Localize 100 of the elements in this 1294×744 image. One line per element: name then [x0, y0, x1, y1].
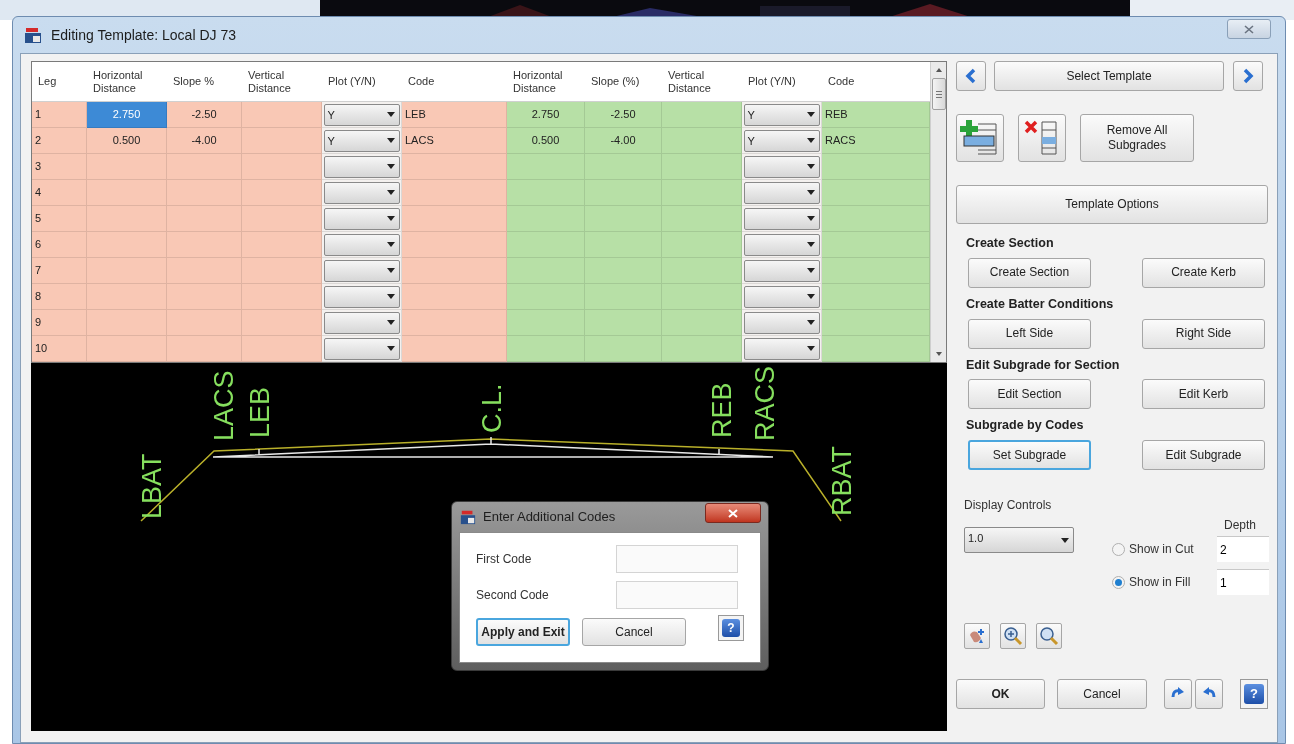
cancel-button[interactable]: Cancel	[1057, 679, 1147, 709]
table-cell[interactable]: -2.50	[167, 102, 242, 128]
add-subgrade-button[interactable]	[956, 114, 1004, 162]
table-cell[interactable]: -2.50	[585, 102, 662, 128]
table-cell[interactable]	[87, 154, 167, 180]
table-cell[interactable]	[662, 284, 742, 310]
table-cell[interactable]	[167, 154, 242, 180]
table-cell[interactable]: RACS	[822, 128, 930, 154]
table-cell[interactable]: 2.750	[507, 102, 585, 128]
plot-dropdown[interactable]: Y	[743, 129, 820, 152]
table-cell[interactable]	[402, 336, 507, 362]
radio-button[interactable]	[1112, 542, 1125, 556]
table-cell[interactable]	[662, 310, 742, 336]
ok-button[interactable]: OK	[956, 679, 1045, 709]
button[interactable]: Right Side	[1142, 318, 1265, 349]
plot-dropdown[interactable]: Y	[323, 129, 400, 152]
table-cell[interactable]	[167, 180, 242, 206]
table-cell[interactable]	[507, 284, 585, 310]
table-cell[interactable]	[662, 258, 742, 284]
table-cell[interactable]: LEB	[402, 102, 507, 128]
table-cell[interactable]	[87, 336, 167, 362]
table-cell[interactable]	[402, 206, 507, 232]
table-cell[interactable]	[402, 154, 507, 180]
table-cell[interactable]	[507, 232, 585, 258]
table-cell[interactable]	[87, 180, 167, 206]
table-cell[interactable]: REB	[822, 102, 930, 128]
table-cell[interactable]	[87, 232, 167, 258]
redo-button[interactable]	[1164, 679, 1192, 709]
cancel-button[interactable]: Cancel	[582, 618, 686, 646]
table-cell[interactable]	[662, 206, 742, 232]
button[interactable]: Edit Kerb	[1142, 379, 1265, 410]
table-cell[interactable]	[167, 232, 242, 258]
table-cell[interactable]	[87, 206, 167, 232]
table-cell[interactable]	[822, 232, 930, 258]
table-cell[interactable]	[167, 284, 242, 310]
table-cell[interactable]: -4.00	[167, 128, 242, 154]
scale-dropdown[interactable]: 1.0	[964, 527, 1074, 553]
tool-button[interactable]	[964, 623, 990, 649]
depth-field[interactable]: 2	[1217, 536, 1269, 562]
table-cell[interactable]	[167, 206, 242, 232]
button[interactable]: Edit Subgrade	[1142, 440, 1265, 470]
table-cell[interactable]	[242, 154, 322, 180]
plot-dropdown[interactable]: Y	[323, 103, 400, 126]
table-cell[interactable]	[87, 310, 167, 336]
depth-field[interactable]: 1	[1217, 569, 1269, 595]
table-cell[interactable]	[822, 258, 930, 284]
remove-all-button[interactable]: Remove All Subgrades	[1080, 114, 1194, 162]
table-cell[interactable]	[822, 310, 930, 336]
table-cell[interactable]	[242, 128, 322, 154]
undo-button[interactable]	[1195, 679, 1223, 709]
button[interactable]: Edit Section	[968, 379, 1091, 410]
plot-dropdown[interactable]: Y	[743, 103, 820, 126]
table-cell[interactable]	[167, 336, 242, 362]
table-cell[interactable]	[242, 232, 322, 258]
table-cell[interactable]	[242, 102, 322, 128]
table-cell[interactable]	[507, 258, 585, 284]
table-cell[interactable]	[822, 180, 930, 206]
code-field[interactable]	[616, 581, 738, 609]
table-cell[interactable]	[242, 284, 322, 310]
table-cell[interactable]	[662, 154, 742, 180]
tool-button[interactable]	[1000, 623, 1026, 649]
table-cell[interactable]	[662, 128, 742, 154]
table-cell[interactable]	[507, 206, 585, 232]
table-cell[interactable]	[402, 180, 507, 206]
table-cell[interactable]	[662, 232, 742, 258]
table-cell[interactable]: 0.500	[507, 128, 585, 154]
table-cell[interactable]	[87, 258, 167, 284]
table-cell[interactable]	[507, 180, 585, 206]
radio-button[interactable]	[1112, 575, 1125, 589]
table-cell[interactable]	[507, 336, 585, 362]
next-button[interactable]	[1233, 61, 1263, 91]
table-cell[interactable]	[507, 154, 585, 180]
table-cell[interactable]	[167, 258, 242, 284]
table-cell[interactable]: LACS	[402, 128, 507, 154]
button[interactable]: Left Side	[968, 318, 1091, 349]
scrollbar[interactable]	[930, 62, 946, 362]
table-cell[interactable]	[662, 180, 742, 206]
table-cell[interactable]	[242, 310, 322, 336]
table-cell[interactable]	[242, 258, 322, 284]
code-field[interactable]	[616, 545, 738, 573]
table-cell[interactable]	[585, 336, 662, 362]
table-cell[interactable]	[167, 310, 242, 336]
button[interactable]: Create Kerb	[1142, 257, 1265, 288]
table-cell[interactable]	[242, 180, 322, 206]
table-cell[interactable]: 0.500	[87, 128, 167, 154]
tool-button[interactable]	[1036, 623, 1062, 649]
table-cell[interactable]	[87, 284, 167, 310]
table-cell[interactable]	[822, 206, 930, 232]
button[interactable]: Set Subgrade	[968, 440, 1091, 470]
table-cell[interactable]	[822, 284, 930, 310]
table-cell[interactable]	[402, 258, 507, 284]
table-cell[interactable]	[662, 336, 742, 362]
table-cell[interactable]	[662, 102, 742, 128]
select-template-button[interactable]: Select Template	[994, 61, 1224, 91]
table-cell[interactable]: 2.750	[87, 102, 167, 128]
close-button[interactable]	[705, 503, 761, 523]
help-button[interactable]: ?	[1240, 679, 1268, 709]
table-cell[interactable]	[242, 206, 322, 232]
table-cell[interactable]: -4.00	[585, 128, 662, 154]
table-cell[interactable]	[507, 310, 585, 336]
